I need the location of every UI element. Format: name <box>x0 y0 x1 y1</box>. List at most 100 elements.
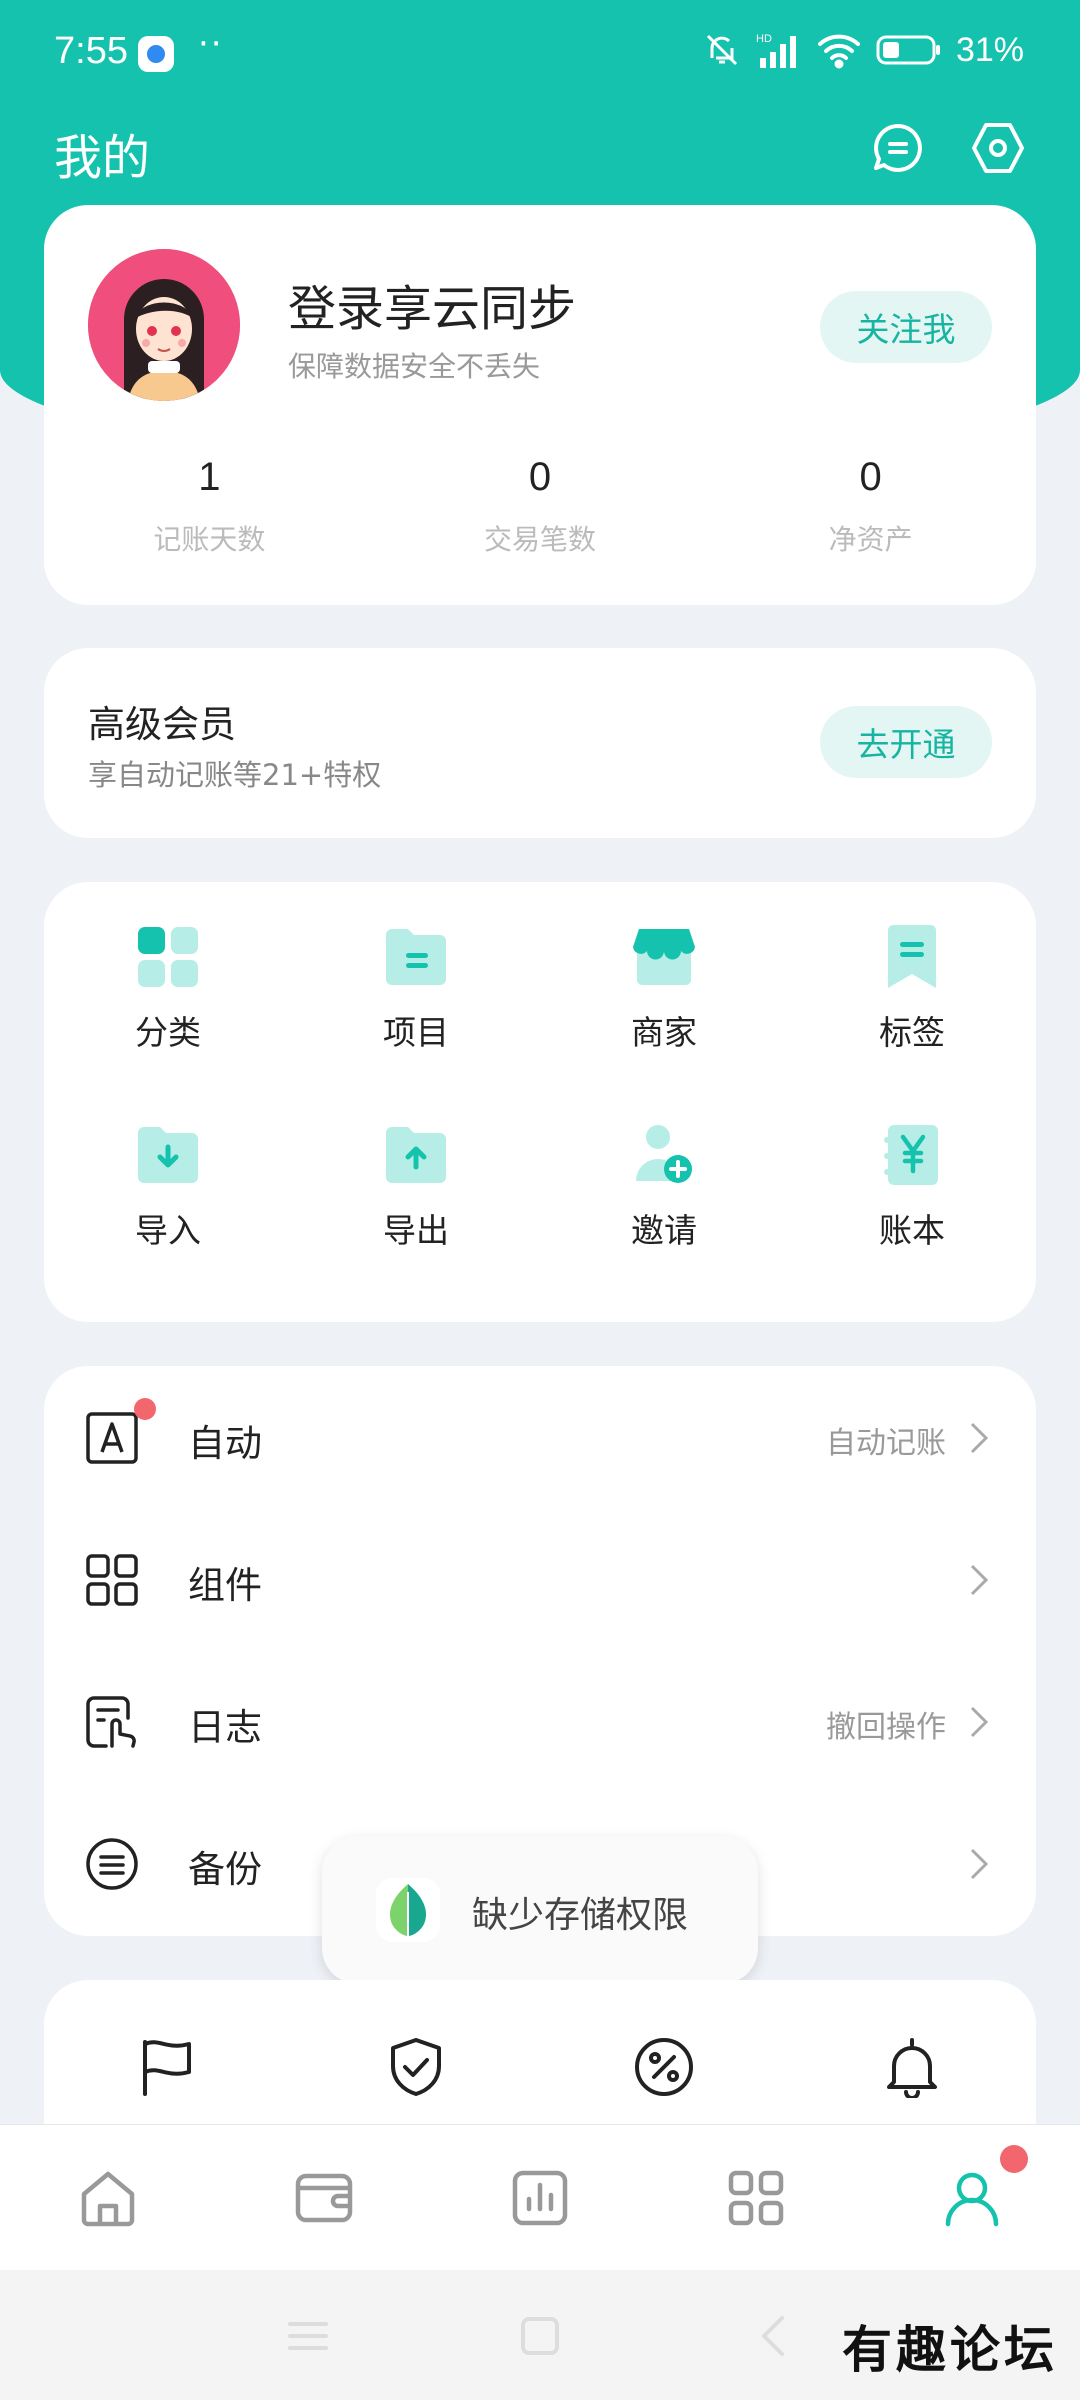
stat-value: 1 <box>198 455 221 499</box>
tab-wallet[interactable] <box>216 2125 432 2270</box>
permission-toast: 缺少存储权限 <box>322 1836 758 1984</box>
message-button[interactable] <box>868 118 928 178</box>
menu-value: 自动记账 <box>826 1426 946 1461</box>
ledger-yen-icon <box>877 1120 947 1190</box>
app-notification-icon <box>138 36 174 72</box>
menu-lines-icon[interactable] <box>286 2314 330 2358</box>
shield-check-icon <box>391 2038 441 2096</box>
grid-item-ledger[interactable]: 账本 <box>788 1120 1036 1274</box>
page-header: 我的 <box>0 110 1080 220</box>
stat-label: 净资产 <box>828 523 913 556</box>
grid-label: 标签 <box>879 1013 945 1052</box>
home-icon <box>81 2171 135 2226</box>
stat-bookkeeping-days[interactable]: 1 记账天数 <box>44 455 375 558</box>
import-folder-icon <box>133 1120 203 1190</box>
stats-chart-icon <box>512 2170 568 2225</box>
tab-statistics[interactable] <box>432 2125 648 2270</box>
percent-icon <box>635 2038 693 2096</box>
avatar[interactable] <box>88 249 240 401</box>
grid-label: 邀请 <box>631 1211 697 1250</box>
shortcut-icons-row <box>44 2036 1036 2098</box>
widgets-grid-icon <box>86 1554 138 1606</box>
grid-label: 导出 <box>383 1211 449 1250</box>
svg-text:HD: HD <box>756 33 772 45</box>
home-square-icon[interactable] <box>518 2314 562 2358</box>
grid-item-export[interactable]: 导出 <box>292 1120 540 1274</box>
stat-value: 0 <box>528 455 552 499</box>
chevron-right-icon <box>970 1422 989 1454</box>
bottom-tab-bar <box>0 2124 1080 2270</box>
vip-title: 高级会员 <box>88 703 236 746</box>
bookmark-tag-icon <box>877 922 947 992</box>
menu-label: 组件 <box>188 1564 262 1607</box>
status-bar: 7:55 ·· HD 31% <box>0 0 1080 110</box>
grid-label: 项目 <box>383 1013 449 1052</box>
toast-text: 缺少存储权限 <box>472 1895 689 1936</box>
stat-net-assets[interactable]: 0 净资产 <box>705 455 1036 558</box>
menu-value: 撤回操作 <box>826 1710 946 1745</box>
store-icon <box>629 922 699 992</box>
avatar-girl-icon <box>88 249 240 401</box>
backup-list-icon <box>86 1838 138 1890</box>
stat-label: 记账天数 <box>153 523 266 556</box>
feature-grid: 分类 项目 商家 标签 导入 导出 邀请 账本 <box>44 922 1036 1274</box>
grid-item-tag[interactable]: 标签 <box>788 922 1036 1076</box>
login-subtitle: 保障数据安全不丢失 <box>288 350 541 383</box>
grid-item-invite[interactable]: 邀请 <box>540 1120 788 1274</box>
menu-item-auto[interactable]: 自动 自动记账 <box>44 1366 1036 1508</box>
status-indicators: HD 31% <box>702 30 1024 70</box>
auto-a-icon <box>86 1412 138 1464</box>
shortcut-reminder[interactable] <box>788 2036 1036 2098</box>
watermark-text: 有趣论坛 <box>842 2320 1058 2379</box>
tab-profile[interactable] <box>864 2125 1080 2270</box>
status-time: 7:55 <box>54 30 128 72</box>
chevron-right-icon <box>970 1564 989 1596</box>
menu-label: 备份 <box>188 1848 262 1891</box>
grid-item-project[interactable]: 项目 <box>292 922 540 1076</box>
tab-home[interactable] <box>0 2125 216 2270</box>
menu-label: 自动 <box>188 1422 262 1465</box>
grid-item-import[interactable]: 导入 <box>44 1120 292 1274</box>
tab-apps[interactable] <box>648 2125 864 2270</box>
flag-icon <box>143 2040 191 2096</box>
status-more-dots: ·· <box>198 24 224 64</box>
mute-bell-icon <box>706 34 737 66</box>
grid-label: 商家 <box>631 1013 697 1052</box>
grid-item-merchant[interactable]: 商家 <box>540 922 788 1076</box>
grid-label: 导入 <box>135 1211 201 1250</box>
menu-item-widgets[interactable]: 组件 <box>44 1508 1036 1650</box>
invite-user-icon <box>629 1120 699 1190</box>
settings-button[interactable] <box>968 118 1028 178</box>
log-touch-icon <box>86 1696 136 1748</box>
grid-label: 账本 <box>879 1211 945 1250</box>
chevron-right-icon <box>970 1848 989 1880</box>
battery-percent: 31% <box>955 30 1024 69</box>
shortcut-flag[interactable] <box>44 2036 292 2098</box>
login-title[interactable]: 登录享云同步 <box>288 269 576 339</box>
export-folder-icon <box>381 1120 451 1190</box>
message-icon <box>874 124 922 172</box>
grid-label: 分类 <box>135 1013 201 1052</box>
stats-row: 1 记账天数 0 交易笔数 0 净资产 <box>44 455 1036 558</box>
settings-hexagon-icon <box>972 123 1024 173</box>
shortcut-security[interactable] <box>292 2036 540 2098</box>
vip-card[interactable]: 高级会员 享自动记账等21+特权 去开通 <box>44 648 1036 838</box>
wifi-icon <box>817 34 860 69</box>
signal-icon: HD <box>756 33 796 68</box>
leaf-app-icon <box>376 1878 440 1942</box>
follow-button[interactable]: 关注我 <box>820 291 992 363</box>
stat-value: 0 <box>859 455 882 499</box>
stat-transactions[interactable]: 0 交易笔数 <box>375 455 706 558</box>
profile-card: 登录享云同步 保障数据安全不丢失 关注我 1 记账天数 0 交易笔数 0 净资产 <box>44 205 1036 605</box>
back-chevron-icon[interactable] <box>752 2314 796 2358</box>
stat-label: 交易笔数 <box>484 523 597 556</box>
menu-item-log[interactable]: 日志 撤回操作 <box>44 1650 1036 1792</box>
feature-grid-card: 分类 项目 商家 标签 导入 导出 邀请 账本 <box>44 882 1036 1322</box>
category-icon <box>133 922 203 992</box>
vip-subtitle: 享自动记账等21+特权 <box>88 758 382 792</box>
chevron-right-icon <box>970 1706 989 1738</box>
shortcut-discount[interactable] <box>540 2036 788 2098</box>
activate-vip-button[interactable]: 去开通 <box>820 706 992 778</box>
grid-item-category[interactable]: 分类 <box>44 922 292 1076</box>
project-folder-icon <box>381 922 451 992</box>
